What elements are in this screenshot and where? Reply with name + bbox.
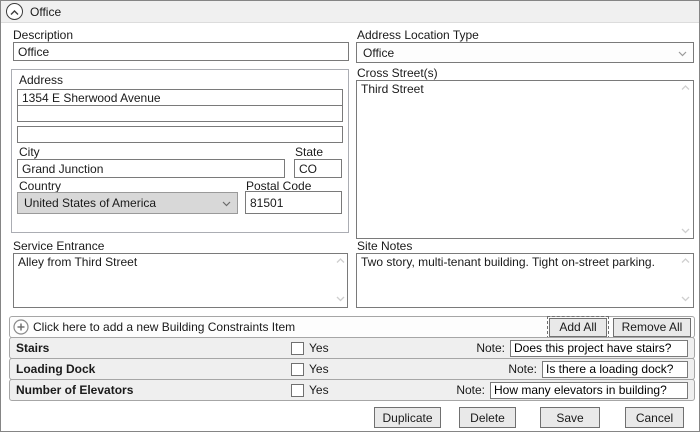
stairs-yes-checkbox[interactable] [291, 341, 304, 355]
save-button[interactable]: Save [540, 407, 600, 428]
state-label: State [295, 145, 324, 159]
description-input[interactable] [13, 42, 349, 61]
chevron-down-icon [222, 196, 231, 210]
city-input[interactable] [17, 159, 285, 178]
panel-title: Office [30, 4, 62, 19]
loading-dock-yes-checkbox[interactable] [291, 362, 304, 376]
note-label: Note: [476, 341, 505, 355]
state-input[interactable] [294, 159, 342, 178]
address-line1-input[interactable] [17, 89, 343, 106]
delete-button[interactable]: Delete [459, 407, 516, 428]
cancel-button[interactable]: Cancel [625, 407, 684, 428]
constraint-name: Loading Dock [16, 362, 96, 376]
plus-circle-icon [13, 319, 29, 335]
cross-streets-label: Cross Street(s) [357, 66, 438, 80]
service-entrance-label: Service Entrance [13, 239, 105, 253]
note-label: Note: [508, 362, 537, 376]
collapse-toggle-button[interactable] [6, 3, 23, 20]
city-label: City [19, 145, 40, 159]
loading-dock-note-input[interactable] [542, 360, 688, 378]
address-location-type-dropdown[interactable]: Office [356, 42, 694, 63]
duplicate-button[interactable]: Duplicate [374, 407, 441, 428]
note-label: Note: [456, 383, 485, 397]
add-all-button[interactable]: Add All [549, 317, 607, 337]
office-address-panel: Office Description Address City State Co… [0, 0, 700, 432]
checkbox-label: Yes [309, 341, 329, 355]
description-label: Description [13, 28, 74, 42]
constraint-row-elevators: Number of Elevators Yes Note: [9, 379, 695, 401]
chevron-down-icon [678, 46, 687, 60]
checkbox-label: Yes [309, 383, 329, 397]
chevron-up-icon [10, 5, 19, 19]
remove-all-button[interactable]: Remove All [613, 317, 691, 337]
address-line3-input[interactable] [17, 126, 343, 143]
service-entrance-textarea[interactable]: Alley from Third Street [13, 253, 348, 308]
site-notes-textarea[interactable]: Two story, multi-tenant building. Tight … [356, 253, 694, 308]
site-notes-label: Site Notes [357, 239, 413, 253]
constraint-name: Stairs [16, 341, 50, 355]
country-dropdown[interactable]: United States of America [17, 192, 238, 214]
address-label: Address [19, 73, 64, 87]
add-all-focus-ring: Add All [547, 315, 609, 339]
constraint-row-loading-dock: Loading Dock Yes Note: [9, 358, 695, 380]
address-line2-input[interactable] [17, 105, 343, 122]
address-groupbox: Address City State Country Postal Code U… [11, 69, 349, 233]
elevators-yes-checkbox[interactable] [291, 383, 304, 397]
add-constraint-prompt: Click here to add a new Building Constra… [33, 320, 296, 334]
constraint-name: Number of Elevators [16, 383, 134, 397]
elevators-note-input[interactable] [490, 381, 688, 399]
country-dropdown-value: United States of America [24, 196, 157, 210]
address-location-type-label: Address Location Type [357, 28, 479, 42]
constraint-row-stairs: Stairs Yes Note: [9, 337, 695, 359]
expander-header[interactable]: Office [1, 1, 699, 23]
cross-streets-textarea[interactable]: Third Street [356, 80, 694, 239]
stairs-note-input[interactable] [510, 339, 688, 357]
address-location-type-value: Office [363, 45, 395, 60]
postal-code-input[interactable] [245, 191, 342, 214]
country-label: Country [19, 179, 62, 193]
checkbox-label: Yes [309, 362, 329, 376]
add-constraint-row[interactable]: Click here to add a new Building Constra… [9, 315, 695, 339]
